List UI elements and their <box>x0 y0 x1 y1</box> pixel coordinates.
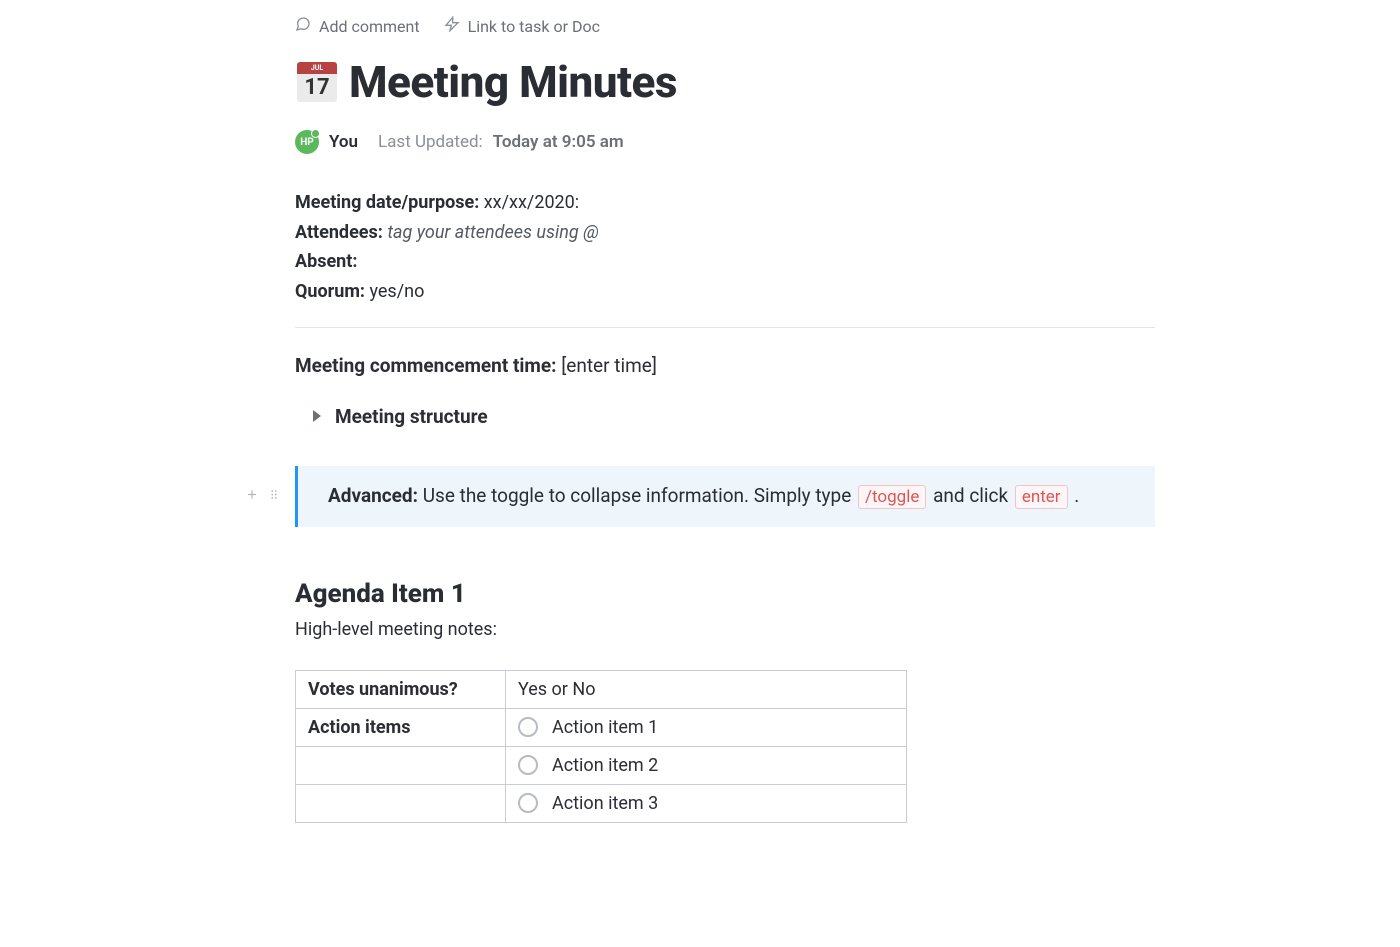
action-item-cell[interactable]: Action item 2 <box>506 746 907 784</box>
toggle-label: Meeting structure <box>335 405 488 428</box>
document-page: Add comment Link to task or Doc JUL 17 M… <box>295 16 1155 823</box>
chevron-right-icon <box>313 410 321 422</box>
calendar-month: JUL <box>297 62 337 74</box>
info-quorum-value: yes/no <box>369 281 424 302</box>
avatar[interactable]: HP <box>295 130 319 154</box>
calendar-day: 17 <box>297 74 337 102</box>
commence-value: [enter time] <box>561 354 657 377</box>
radio-icon[interactable] <box>518 717 538 737</box>
agenda-table[interactable]: Votes unanimous? Yes or No Action items … <box>295 670 907 823</box>
agenda-sub[interactable]: High-level meeting notes: <box>295 619 1155 640</box>
info-date: Meeting date/purpose: xx/xx/2020: <box>295 188 1155 218</box>
callout-text1: Use the toggle to collapse information. … <box>418 484 856 507</box>
meeting-structure-toggle[interactable]: Meeting structure <box>313 405 1155 428</box>
info-quorum: Quorum: yes/no <box>295 277 1155 307</box>
page-title[interactable]: Meeting Minutes <box>349 56 677 108</box>
info-attendees-value: tag your attendees using @ <box>387 222 599 243</box>
updated-value: Today at 9:05 am <box>493 132 624 152</box>
calendar-icon: JUL 17 <box>295 60 339 104</box>
info-date-value: xx/xx/2020: <box>484 192 579 213</box>
info-attendees-label: Attendees: <box>295 222 383 243</box>
callout-block[interactable]: Advanced: Use the toggle to collapse inf… <box>295 466 1155 527</box>
divider <box>295 327 1155 328</box>
callout-tail: . <box>1070 484 1080 507</box>
add-comment-label: Add comment <box>319 17 420 36</box>
commence-row[interactable]: Meeting commencement time: [enter time] <box>295 354 1155 377</box>
action-item-cell[interactable]: Action item 1 <box>506 708 907 746</box>
link-icon <box>444 16 460 36</box>
info-quorum-label: Quorum: <box>295 281 365 302</box>
action-item-text: Action item 1 <box>552 717 658 738</box>
callout-text2: and click <box>928 484 1012 507</box>
action-item-cell[interactable]: Action item 3 <box>506 784 907 822</box>
commence-label: Meeting commencement time: <box>295 354 557 377</box>
code-chip-enter: enter <box>1015 485 1068 509</box>
table-row: Action item 3 <box>296 784 907 822</box>
link-task-button[interactable]: Link to task or Doc <box>444 16 600 36</box>
plus-icon[interactable] <box>245 487 259 506</box>
info-date-label: Meeting date/purpose: <box>295 192 479 213</box>
table-row: Action item 2 <box>296 746 907 784</box>
drag-handle-icon[interactable] <box>267 487 281 506</box>
info-attendees: Attendees: tag your attendees using @ <box>295 218 1155 248</box>
action-item-text: Action item 2 <box>552 755 658 776</box>
doc-toolbar: Add comment Link to task or Doc <box>295 16 1155 36</box>
add-comment-button[interactable]: Add comment <box>295 16 420 36</box>
empty-cell[interactable] <box>296 746 506 784</box>
link-task-label: Link to task or Doc <box>468 17 600 36</box>
action-item-text: Action item 3 <box>552 793 658 814</box>
table-row: Action items Action item 1 <box>296 708 907 746</box>
author-name: You <box>329 132 358 152</box>
code-chip-toggle: /toggle <box>858 485 926 509</box>
info-absent: Absent: <box>295 247 1155 277</box>
table-row: Votes unanimous? Yes or No <box>296 670 907 708</box>
comment-icon <box>295 16 311 36</box>
updated-label: Last Updated: <box>378 132 483 152</box>
callout-strong: Advanced: <box>328 484 418 507</box>
radio-icon[interactable] <box>518 755 538 775</box>
empty-cell[interactable] <box>296 784 506 822</box>
callout-content: Advanced: Use the toggle to collapse inf… <box>295 466 1155 527</box>
block-handles <box>245 487 281 506</box>
action-items-label[interactable]: Action items <box>296 708 506 746</box>
votes-value[interactable]: Yes or No <box>506 670 907 708</box>
info-absent-label: Absent: <box>295 251 357 272</box>
agenda-heading[interactable]: Agenda Item 1 <box>295 579 1155 609</box>
title-row: JUL 17 Meeting Minutes <box>295 56 1155 108</box>
radio-icon[interactable] <box>518 793 538 813</box>
votes-label[interactable]: Votes unanimous? <box>296 670 506 708</box>
info-block[interactable]: Meeting date/purpose: xx/xx/2020: Attend… <box>295 188 1155 307</box>
meta-row: HP You Last Updated: Today at 9:05 am <box>295 130 1155 154</box>
